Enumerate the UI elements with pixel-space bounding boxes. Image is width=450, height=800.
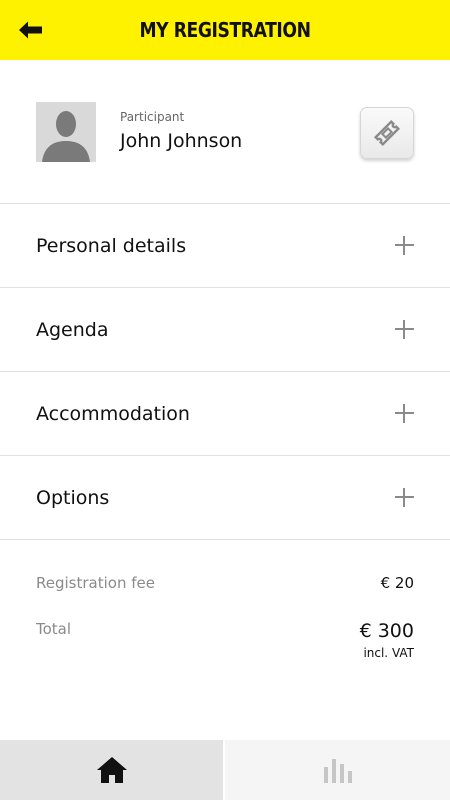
participant-label: Participant xyxy=(120,110,185,124)
nav-tab-stats[interactable] xyxy=(225,740,450,800)
ticket-icon xyxy=(373,119,401,147)
bottom-navigation xyxy=(0,740,450,800)
plus-icon[interactable] xyxy=(395,488,414,507)
page-title: MY REGISTRATION xyxy=(139,18,311,42)
section-accommodation[interactable]: Accommodation xyxy=(0,372,450,456)
registration-fee-value: € 20 xyxy=(380,574,414,592)
person-silhouette-icon xyxy=(36,102,96,162)
registration-fee-row: Registration fee € 20 xyxy=(36,574,414,598)
nav-tab-home[interactable] xyxy=(0,740,225,800)
registration-fee-label: Registration fee xyxy=(36,574,155,592)
total-value: € 300 xyxy=(359,620,414,642)
section-label: Personal details xyxy=(36,235,187,257)
plus-icon[interactable] xyxy=(395,236,414,255)
plus-icon[interactable] xyxy=(395,320,414,339)
participant-card: Participant John Johnson xyxy=(0,60,450,204)
section-agenda[interactable]: Agenda xyxy=(0,288,450,372)
participant-name: John Johnson xyxy=(120,130,243,152)
ticket-button[interactable] xyxy=(360,107,414,159)
total-vat-note: incl. VAT xyxy=(363,646,414,660)
section-personal-details[interactable]: Personal details xyxy=(0,204,450,288)
plus-icon[interactable] xyxy=(395,404,414,423)
app-header: MY REGISTRATION xyxy=(0,0,450,60)
home-icon xyxy=(96,757,127,783)
section-label: Options xyxy=(36,487,110,509)
section-label: Accommodation xyxy=(36,403,190,425)
section-options[interactable]: Options xyxy=(0,456,450,540)
avatar xyxy=(36,102,96,162)
bar-chart-icon xyxy=(323,759,352,783)
section-label: Agenda xyxy=(36,319,109,341)
total-label: Total xyxy=(36,620,72,638)
total-row: Total € 300 incl. VAT xyxy=(36,620,414,666)
